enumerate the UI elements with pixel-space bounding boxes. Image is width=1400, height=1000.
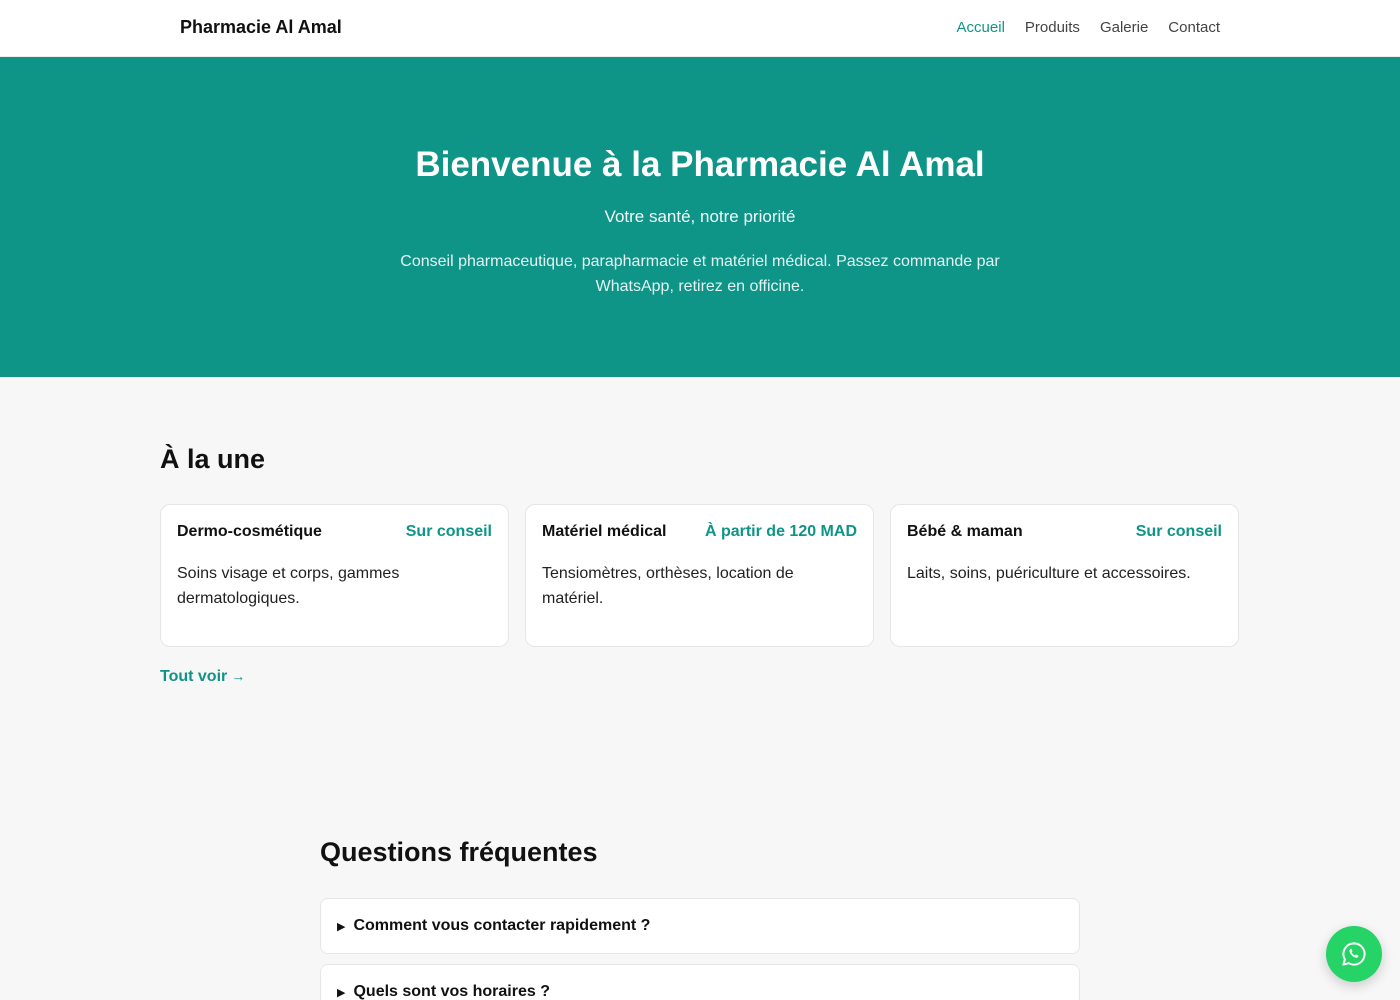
card-header: Bébé & maman Sur conseil xyxy=(907,523,1222,541)
whatsapp-fab-button[interactable] xyxy=(1326,926,1382,982)
product-card-bebe[interactable]: Bébé & maman Sur conseil Laits, soins, p… xyxy=(890,504,1239,647)
featured-heading: À la une xyxy=(160,444,266,474)
card-title: Matériel médical xyxy=(542,523,667,540)
whatsapp-icon xyxy=(1342,942,1366,966)
card-description: Soins visage et corps, gammes dermatolog… xyxy=(177,565,400,607)
card-price: À partir de 120 MAD xyxy=(704,523,857,540)
hero-description: Conseil pharmaceutique, parapharmacie et… xyxy=(400,253,1000,295)
see-all-link[interactable]: Tout voir → xyxy=(160,668,245,686)
product-card-dermo[interactable]: Dermo-cosmétique Sur conseil Soins visag… xyxy=(160,504,509,647)
nav-link-accueil[interactable]: Accueil xyxy=(957,19,1005,36)
card-header: Matériel médical À partir de 120 MAD xyxy=(542,523,857,541)
hero-title: Bienvenue à la Pharmacie Al Amal xyxy=(415,145,985,184)
top-navbar: Pharmacie Al Amal Accueil Produits Galer… xyxy=(0,0,1400,57)
faq-item[interactable]: ▶ Quels sont vos horaires ? xyxy=(320,964,1080,1000)
hero-tagline: Votre santé, notre priorité xyxy=(604,207,796,226)
triangle-right-icon: ▶ xyxy=(337,986,346,999)
featured-section: À la une Dermo-cosmétique Sur conseil So… xyxy=(0,377,1400,797)
faq-heading: Questions fréquentes xyxy=(320,837,598,867)
nav-link-galerie[interactable]: Galerie xyxy=(1100,19,1148,36)
faq-question: Quels sont vos horaires ? xyxy=(353,983,550,1000)
card-price: Sur conseil xyxy=(1135,523,1222,540)
triangle-right-icon: ▶ xyxy=(337,920,346,933)
see-all-label: Tout voir xyxy=(160,668,228,685)
brand-logo-text[interactable]: Pharmacie Al Amal xyxy=(180,17,342,38)
hero-banner: Bienvenue à la Pharmacie Al Amal Votre s… xyxy=(0,57,1400,377)
faq-list: ▶ Comment vous contacter rapidement ? ▶ … xyxy=(320,898,1080,1000)
nav-link-produits[interactable]: Produits xyxy=(1025,19,1080,36)
card-description: Laits, soins, puériculture et accessoire… xyxy=(907,565,1191,582)
faq-item[interactable]: ▶ Comment vous contacter rapidement ? xyxy=(320,898,1080,954)
nav-link-contact[interactable]: Contact xyxy=(1168,19,1220,36)
card-title: Bébé & maman xyxy=(907,523,1023,540)
card-description: Tensiomètres, orthèses, location de maté… xyxy=(542,565,794,607)
faq-question: Comment vous contacter rapidement ? xyxy=(353,917,651,934)
card-price: Sur conseil xyxy=(405,523,492,540)
arrow-right-icon: → xyxy=(231,668,246,684)
card-header: Dermo-cosmétique Sur conseil xyxy=(177,523,492,541)
card-title: Dermo-cosmétique xyxy=(177,523,322,540)
product-card-materiel[interactable]: Matériel médical À partir de 120 MAD Ten… xyxy=(525,504,874,647)
featured-cards: Dermo-cosmétique Sur conseil Soins visag… xyxy=(160,504,1239,647)
main-nav: Accueil Produits Galerie Contact xyxy=(957,19,1220,36)
